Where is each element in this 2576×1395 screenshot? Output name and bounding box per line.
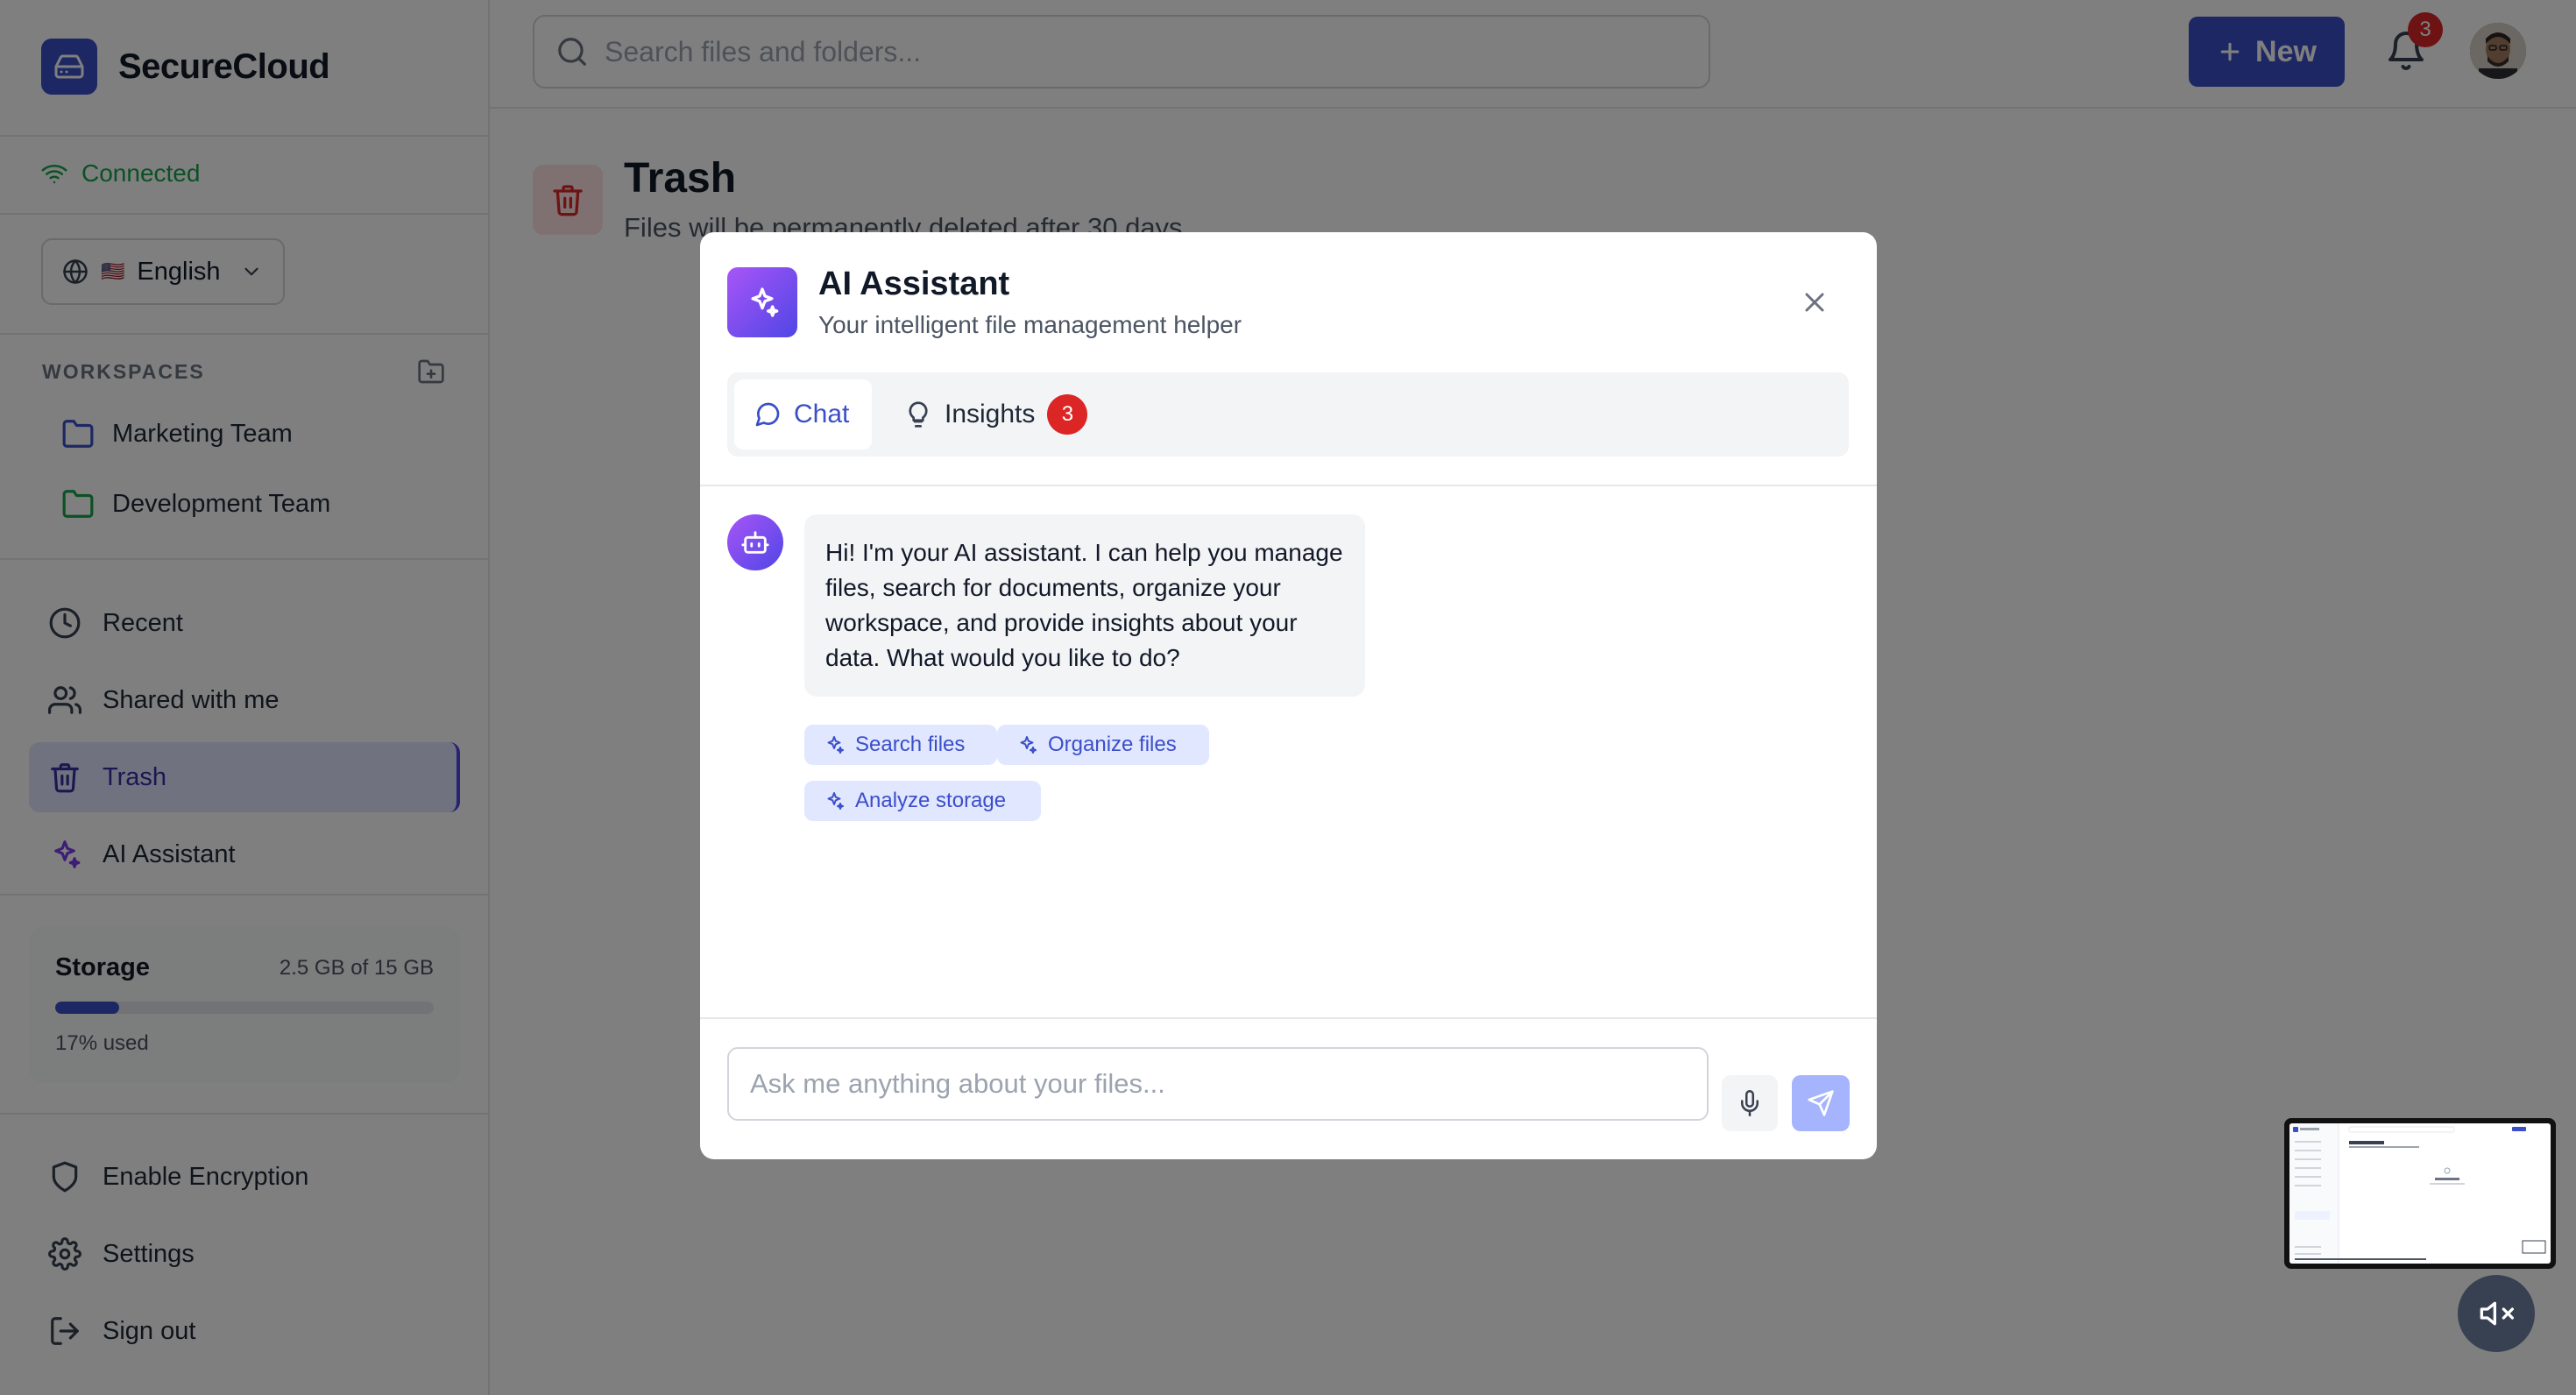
suggestion-label: Search files <box>855 733 966 756</box>
divider <box>700 1017 1877 1019</box>
chat-input-box[interactable] <box>727 1047 1709 1121</box>
suggestion-label: Organize files <box>1048 733 1177 756</box>
message-circle-icon <box>755 402 780 427</box>
sparkles-icon <box>827 792 844 810</box>
modal-tabs: Chat Insights 3 <box>727 372 1849 457</box>
insights-badge: 3 <box>1047 394 1088 435</box>
chat-input[interactable] <box>750 1068 1679 1100</box>
mute-button[interactable] <box>2458 1275 2535 1352</box>
bot-icon <box>727 514 783 570</box>
suggestion-label: Analyze storage <box>855 789 1007 812</box>
assistant-message: Hi! I'm your AI assistant. I can help yo… <box>804 514 1365 697</box>
tab-insights[interactable]: Insights 3 <box>885 379 1107 450</box>
send-icon <box>1808 1090 1834 1116</box>
sparkles-icon <box>827 736 844 754</box>
send-button[interactable] <box>1792 1075 1850 1131</box>
tab-chat[interactable]: Chat <box>734 379 872 450</box>
sparkles-icon <box>727 267 797 337</box>
suggestion-organize-files[interactable]: Organize files <box>997 725 1209 765</box>
modal-title: AI Assistant <box>818 266 1010 302</box>
suggestion-analyze-storage[interactable]: Analyze storage <box>804 781 1041 821</box>
mic-button[interactable] <box>1722 1075 1778 1131</box>
microphone-icon <box>1741 1090 1759 1116</box>
lightbulb-icon <box>909 401 928 428</box>
volume-mute-icon <box>2480 1301 2514 1326</box>
divider <box>700 485 1877 486</box>
tab-label: Chat <box>794 400 850 428</box>
tab-label: Insights <box>945 400 1036 428</box>
close-icon[interactable] <box>1799 287 1830 318</box>
screen-preview-thumbnail[interactable] <box>2284 1118 2556 1269</box>
sparkles-icon <box>1020 736 1037 754</box>
suggestion-search-files[interactable]: Search files <box>804 725 997 765</box>
modal-subtitle: Your intelligent file management helper <box>818 311 1242 338</box>
ai-assistant-modal: AI Assistant Your intelligent file manag… <box>700 232 1877 1159</box>
preview-content <box>2289 1123 2551 1264</box>
